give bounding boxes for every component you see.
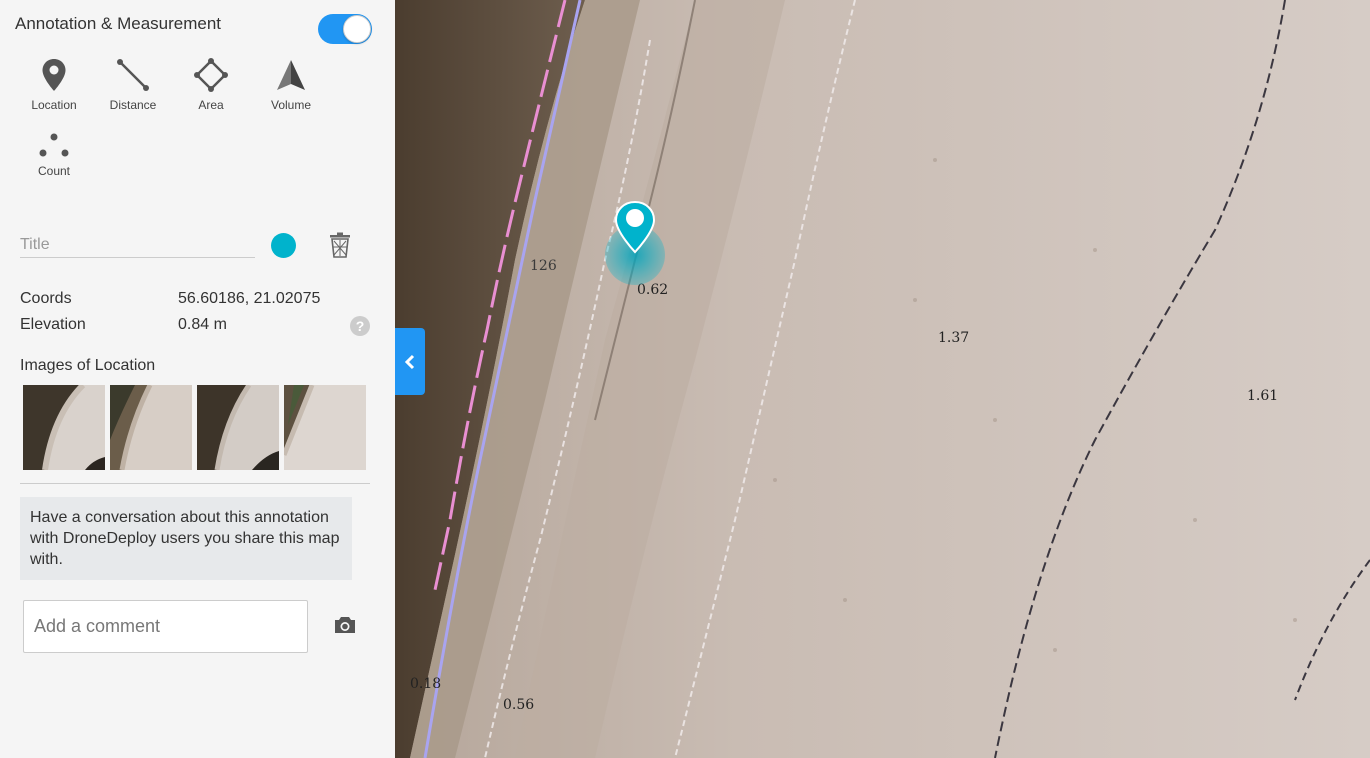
- map-pin-icon: [605, 200, 665, 285]
- location-pin-marker[interactable]: [603, 200, 667, 291]
- conversation-note: Have a conversation about this annotatio…: [20, 497, 352, 580]
- elevation-value: 0.84 m: [178, 316, 227, 333]
- image-thumbnails: [23, 385, 366, 470]
- elevation-marker-label: 1.37: [938, 330, 970, 346]
- annotation-toggle[interactable]: [318, 14, 372, 44]
- location-image-thumbnail[interactable]: [284, 385, 366, 470]
- location-image-thumbnail[interactable]: [23, 385, 105, 470]
- toggle-knob: [343, 15, 371, 43]
- location-pin-icon: [42, 59, 66, 91]
- area-polygon-icon: [194, 58, 228, 92]
- tool-volume[interactable]: Volume: [251, 58, 331, 112]
- chevron-left-icon: [404, 354, 415, 370]
- location-image-thumbnail[interactable]: [197, 385, 279, 470]
- camera-button[interactable]: [334, 616, 356, 639]
- panel-title: Annotation & Measurement: [15, 14, 222, 33]
- collapse-panel-button[interactable]: [395, 328, 425, 395]
- tool-location-label: Location: [31, 98, 77, 112]
- color-picker-dot[interactable]: [271, 233, 296, 258]
- map-view[interactable]: 0.62 1.37 1.61 0.18 0.56 126: [395, 0, 1370, 758]
- comment-input[interactable]: [23, 600, 308, 653]
- tool-distance-label: Distance: [109, 98, 157, 112]
- elevation-marker-label: 126: [530, 258, 557, 274]
- tool-area[interactable]: Area: [171, 58, 251, 112]
- title-input[interactable]: [20, 232, 255, 258]
- tool-volume-label: Volume: [270, 98, 312, 112]
- count-dots-icon: [39, 133, 69, 157]
- coords-label: Coords: [20, 290, 72, 307]
- location-image-thumbnail[interactable]: [110, 385, 192, 470]
- elevation-label: Elevation: [20, 316, 86, 333]
- elevation-marker-label: 1.61: [1247, 388, 1279, 404]
- elevation-marker-label: 0.18: [410, 676, 442, 692]
- tool-count[interactable]: Count: [14, 132, 94, 178]
- trash-icon: [330, 232, 350, 258]
- camera-icon: [335, 617, 355, 633]
- tool-count-label: Count: [37, 164, 71, 178]
- delete-button[interactable]: [329, 232, 351, 263]
- coords-value: 56.60186, 21.02075: [178, 290, 321, 307]
- annotation-panel: Annotation & Measurement Location Distan…: [0, 0, 395, 758]
- volume-pyramid-icon: [277, 60, 305, 90]
- tool-area-label: Area: [198, 98, 224, 112]
- elevation-marker-label: 0.56: [503, 697, 535, 713]
- distance-line-icon: [117, 59, 149, 91]
- tool-distance[interactable]: Distance: [93, 58, 173, 112]
- tool-location[interactable]: Location: [14, 58, 94, 112]
- help-icon[interactable]: ?: [350, 316, 370, 336]
- images-heading: Images of Location: [20, 357, 156, 374]
- orthomosaic-map[interactable]: [395, 0, 1370, 758]
- divider: [20, 483, 370, 484]
